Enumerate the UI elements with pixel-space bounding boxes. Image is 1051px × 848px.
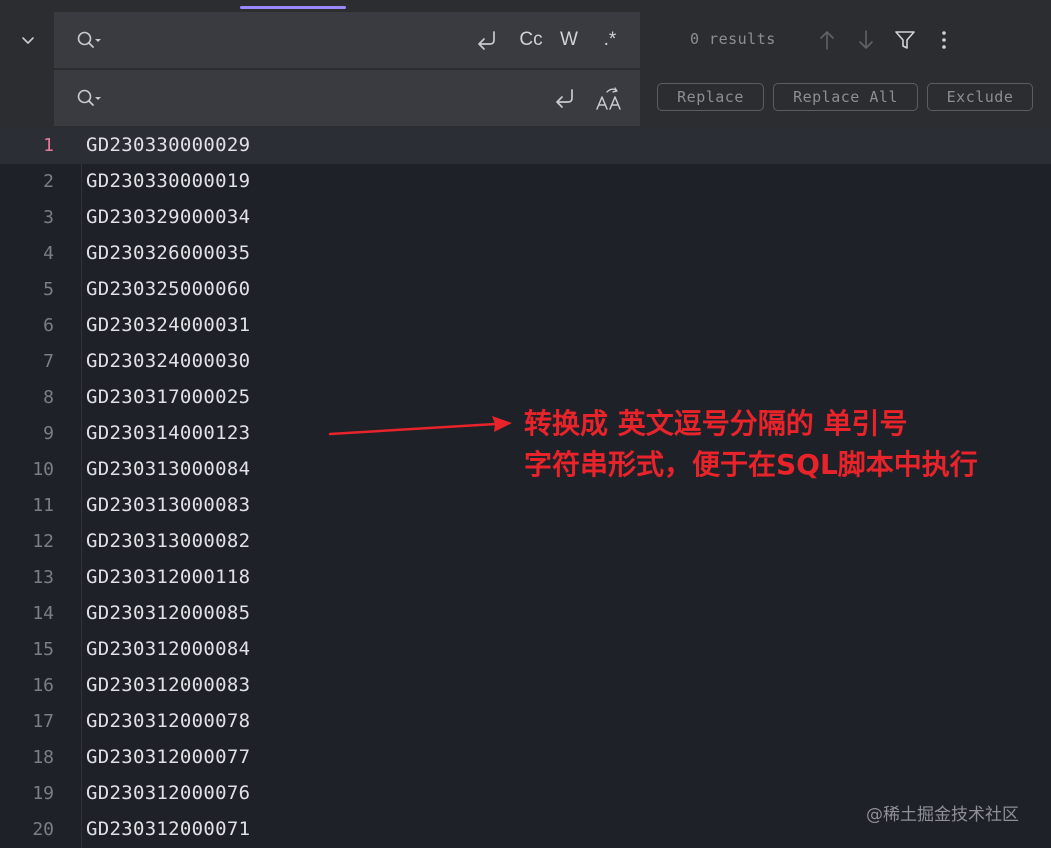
editor-line[interactable]: 14 GD230312000085 [0, 596, 1051, 632]
editor-line[interactable]: 3 GD230329000034 [0, 200, 1051, 236]
line-number: 5 [43, 279, 54, 300]
replace-all-button[interactable]: Replace All [773, 83, 918, 111]
line-text[interactable]: GD230330000029 [86, 134, 250, 156]
next-occurrence-button[interactable] [853, 26, 879, 54]
line-text[interactable]: GD230324000030 [86, 350, 250, 372]
arrow-down-icon [859, 30, 873, 49]
editor-line[interactable]: 6 GD230324000031 [0, 308, 1051, 344]
line-number: 18 [32, 747, 54, 768]
results-count: 0 results [690, 30, 776, 48]
editor-line[interactable]: 13 GD230312000118 [0, 560, 1051, 596]
line-number: 13 [32, 567, 54, 588]
annotation-arrow [328, 416, 512, 436]
line-text[interactable]: GD230312000076 [86, 782, 250, 804]
line-text[interactable]: GD230313000083 [86, 494, 250, 516]
line-number: 9 [43, 423, 54, 444]
whole-words-toggle[interactable]: W [556, 26, 582, 54]
annotation-text-line2: 字符串形式，便于在SQL脚本中执行 [524, 448, 978, 481]
newline-icon [556, 89, 573, 108]
filter-button[interactable] [892, 26, 918, 54]
line-number: 8 [43, 387, 54, 408]
line-text[interactable]: GD230313000084 [86, 458, 250, 480]
line-text[interactable]: GD230312000085 [86, 602, 250, 624]
search-input[interactable] [112, 26, 446, 56]
replace-field[interactable] [54, 70, 640, 126]
line-text[interactable]: GD230325000060 [86, 278, 250, 300]
line-text[interactable]: GD230312000078 [86, 710, 250, 732]
line-text[interactable]: GD230329000034 [86, 206, 250, 228]
regex-toggle[interactable]: .* [596, 26, 624, 54]
preserve-case-icon [596, 87, 621, 110]
replace-input[interactable] [112, 84, 446, 114]
line-number: 12 [32, 531, 54, 552]
line-text[interactable]: GD230312000084 [86, 638, 250, 660]
editor-line[interactable]: 17 GD230312000078 [0, 704, 1051, 740]
line-number: 19 [32, 783, 54, 804]
editor-line[interactable]: 11 GD230313000083 [0, 488, 1051, 524]
line-text[interactable]: GD230312000118 [86, 566, 250, 588]
editor-line[interactable]: 12 GD230313000082 [0, 524, 1051, 560]
editor-line[interactable]: 1 GD230330000029 [0, 128, 1051, 164]
line-text[interactable]: GD230312000071 [86, 818, 250, 840]
line-number: 1 [43, 135, 54, 156]
line-number: 17 [32, 711, 54, 732]
exclude-button[interactable]: Exclude [927, 83, 1033, 111]
collapse-replace-toggle[interactable] [14, 26, 42, 54]
line-text[interactable]: GD230324000031 [86, 314, 250, 336]
line-text[interactable]: GD230312000083 [86, 674, 250, 696]
previous-occurrence-button[interactable] [814, 26, 840, 54]
line-number: 6 [43, 315, 54, 336]
line-text[interactable]: GD230314000123 [86, 422, 250, 444]
editor-line[interactable]: 16 GD230312000083 [0, 668, 1051, 704]
editor-line[interactable]: 2 GD230330000019 [0, 164, 1051, 200]
line-number: 10 [32, 459, 54, 480]
find-replace-toolbar: Cc W .* 0 results Replace Replace All Ex… [0, 0, 1051, 129]
preserve-case-toggle[interactable] [594, 84, 624, 112]
editor-line[interactable]: 15 GD230312000084 [0, 632, 1051, 668]
search-history-icon[interactable] [76, 30, 104, 50]
line-number: 14 [32, 603, 54, 624]
line-number: 15 [32, 639, 54, 660]
more-vertical-icon [942, 31, 946, 49]
editor-line[interactable]: 7 GD230324000030 [0, 344, 1051, 380]
line-number: 4 [43, 243, 54, 264]
line-text[interactable]: GD230312000077 [86, 746, 250, 768]
search-field[interactable]: Cc W .* [54, 12, 640, 68]
newline-toggle[interactable] [474, 26, 500, 54]
editor[interactable]: 1 GD230330000029 2 GD230330000019 3 GD2303290… [0, 128, 1051, 848]
editor-line[interactable]: 18 GD230312000077 [0, 740, 1051, 776]
line-number: 7 [43, 351, 54, 372]
line-text[interactable]: GD230330000019 [86, 170, 250, 192]
filter-icon [895, 31, 915, 49]
editor-line[interactable]: 5 GD230325000060 [0, 272, 1051, 308]
search-history-icon[interactable] [76, 88, 104, 108]
line-text[interactable]: GD230313000082 [86, 530, 250, 552]
line-text[interactable]: GD230317000025 [86, 386, 250, 408]
replace-newline-toggle[interactable] [552, 84, 578, 112]
line-number: 20 [32, 819, 54, 840]
annotation-text-line1: 转换成 英文逗号分隔的 单引号 [524, 407, 908, 440]
replace-button[interactable]: Replace [657, 83, 764, 111]
chevron-down-icon [22, 37, 34, 44]
arrow-up-icon [820, 31, 834, 50]
line-text[interactable]: GD230326000035 [86, 242, 250, 264]
watermark: @稀土掘金技术社区 [866, 805, 1019, 825]
line-number: 3 [43, 207, 54, 228]
active-tab-indicator [240, 6, 346, 9]
line-number: 2 [43, 171, 54, 192]
match-case-toggle[interactable]: Cc [516, 26, 546, 54]
editor-line[interactable]: 4 GD230326000035 [0, 236, 1051, 272]
newline-icon [478, 31, 495, 50]
line-number: 16 [32, 675, 54, 696]
more-options-button[interactable] [931, 26, 957, 54]
line-number: 11 [32, 495, 54, 516]
